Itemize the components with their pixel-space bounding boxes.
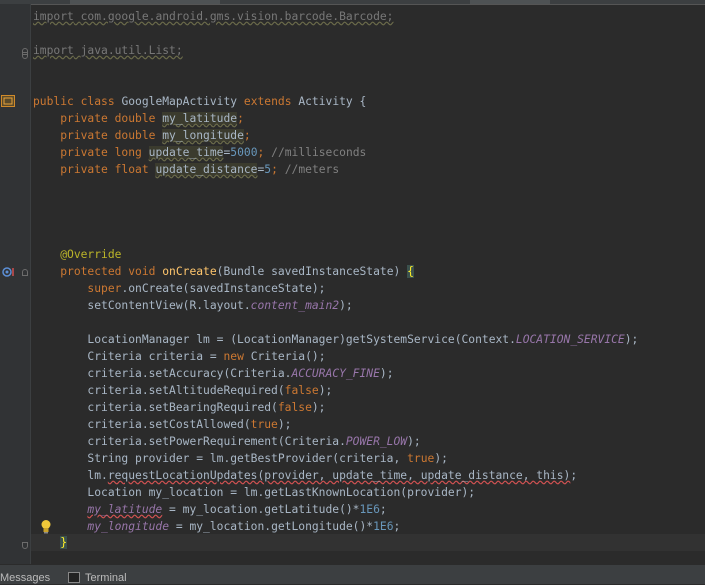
code-line: import java.util.List;	[33, 44, 183, 57]
editor-gutter	[0, 4, 51, 564]
code-line: criteria.setAccuracy(Criteria.ACCURACY_F…	[87, 367, 394, 380]
code-line: public class GoogleMapActivity extends A…	[33, 95, 367, 108]
terminal-label: Terminal	[85, 572, 127, 584]
code-line: LocationManager lm = (LocationManager)ge…	[87, 333, 639, 346]
code-line: Location my_location = lm.getLastKnownLo…	[87, 486, 476, 499]
class-gutter-icon[interactable]	[1, 95, 15, 107]
messages-label: Messages	[0, 572, 51, 584]
fold-marker[interactable]	[22, 542, 28, 549]
code-line: }	[60, 536, 68, 549]
code-line: String provider = lm.getBestProvider(cri…	[87, 452, 448, 465]
code-line: criteria.setAltitudeRequired(false);	[87, 384, 333, 397]
fold-marker[interactable]	[22, 269, 28, 276]
fold-marker[interactable]	[22, 52, 28, 59]
code-line: criteria.setPowerRequirement(Criteria.PO…	[87, 435, 421, 448]
code-line: import com.google.android.gms.vision.bar…	[33, 10, 394, 23]
code-line: Criteria criteria = new Criteria();	[87, 350, 326, 363]
code-line: super.onCreate(savedInstanceState);	[87, 282, 326, 295]
code-line: setContentView(R.layout.content_main2);	[87, 299, 353, 312]
code-line: lm.requestLocationUpdates(provider, upda…	[87, 469, 578, 482]
code-line: private float update_distance=5; //meter…	[60, 163, 340, 176]
code-editor[interactable]: import com.google.android.gms.vision.bar…	[31, 4, 705, 564]
code-line: private double my_longitude;	[60, 129, 251, 142]
code-line: private long update_time=5000; //millise…	[60, 146, 367, 159]
code-line: my_latitude = my_location.getLatitude()*…	[87, 503, 387, 516]
code-line: protected void onCreate(Bundle savedInst…	[60, 265, 414, 278]
current-line-highlight	[31, 534, 705, 551]
override-gutter-icon[interactable]	[2, 266, 16, 278]
code-line: criteria.setBearingRequired(false);	[87, 401, 326, 414]
code-line: my_longitude = my_location.getLongitude(…	[87, 520, 401, 533]
terminal-icon	[68, 571, 80, 583]
code-line: criteria.setCostAllowed(true);	[87, 418, 292, 431]
tool-window-bar: Messages Terminal	[0, 564, 705, 584]
code-line: private double my_latitude;	[60, 112, 244, 125]
code-line: @Override	[60, 248, 122, 261]
